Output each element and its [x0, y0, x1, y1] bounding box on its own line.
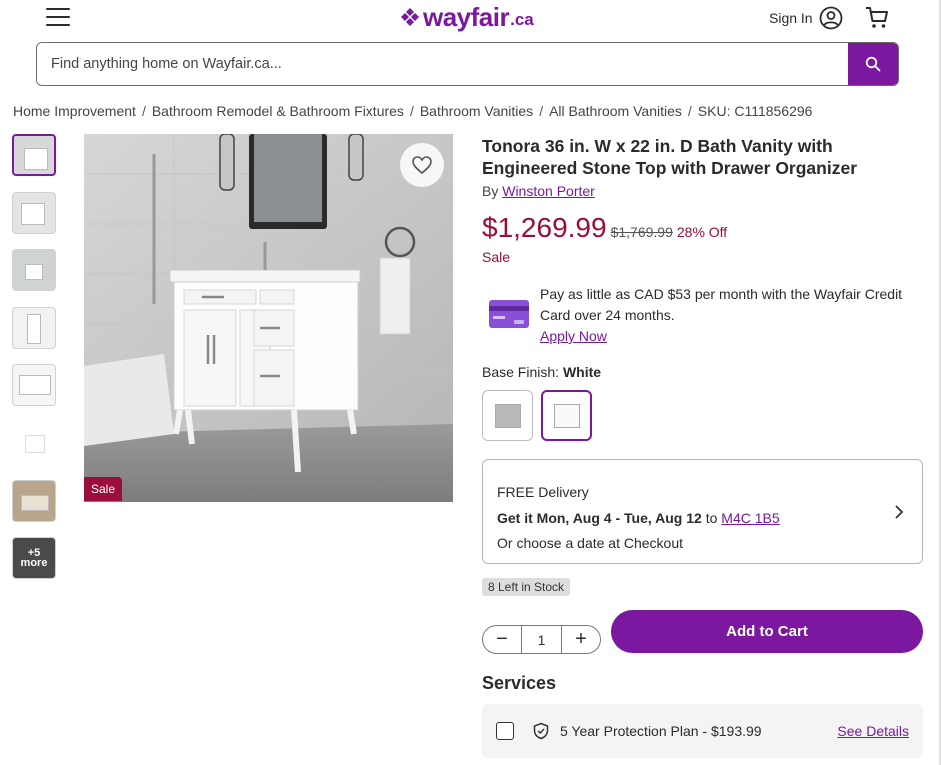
breadcrumb-separator: / [141, 103, 146, 119]
breadcrumb-home-improvement[interactable]: Home Improvement [13, 103, 136, 119]
add-to-cart-button[interactable]: Add to Cart [611, 610, 923, 653]
original-price: $1,769.99 [610, 224, 673, 240]
thumbnail-3[interactable] [12, 249, 56, 292]
white-vanity-swatch-image [553, 403, 580, 428]
quantity-value[interactable]: 1 [521, 626, 562, 653]
breadcrumb-separator: / [409, 103, 414, 119]
thumbnail-list: +5 more [12, 134, 56, 595]
thumbnail-6[interactable] [12, 421, 56, 464]
delivery-checkout-note: Or choose a date at Checkout [497, 535, 683, 551]
product-title: Tonora 36 in. W x 22 in. D Bath Vanity w… [482, 136, 858, 178]
thumbnail-2[interactable] [12, 191, 56, 234]
quantity-stepper: − 1 + [482, 625, 601, 654]
thumbnail-more[interactable]: +5 more [12, 537, 56, 580]
protection-plan-label: 5 Year Protection Plan - $193.99 [560, 723, 762, 739]
delivery-free: FREE Delivery [497, 484, 589, 500]
breadcrumb: Home Improvement / Bathroom Remodel & Ba… [13, 103, 812, 119]
shield-check-icon [533, 722, 549, 740]
credit-offer-text: Pay as little as CAD $53 per month with … [540, 286, 903, 323]
search-button[interactable] [848, 43, 898, 85]
finish-label: Base Finish: White [482, 364, 601, 380]
chevron-right-icon [895, 505, 904, 519]
favorite-button[interactable] [400, 143, 444, 187]
search-bar [36, 42, 899, 86]
sale-label: Sale [482, 249, 511, 265]
finish-selected: White [562, 364, 602, 380]
product-image[interactable] [84, 134, 453, 502]
brand-link[interactable]: Winston Porter [502, 183, 595, 199]
breadcrumb-separator: / [539, 103, 544, 119]
sale-price: $1,269.99 [482, 212, 607, 243]
price-row: $1,269.99 $1,769.99 28% Off [482, 212, 727, 244]
protection-plan-row: 5 Year Protection Plan - $193.99 See Det… [482, 704, 923, 758]
search-icon [865, 56, 881, 72]
sale-badge: Sale [84, 477, 123, 501]
breadcrumb-all-vanities[interactable]: All Bathroom Vanities [549, 103, 682, 119]
search-input[interactable] [37, 43, 848, 85]
more-images-label: +5 more [20, 547, 48, 570]
credit-text-block: Pay as little as CAD $53 per month with … [540, 284, 928, 347]
increase-quantity-button[interactable]: + [562, 626, 600, 653]
thumbnail-7[interactable] [12, 479, 56, 522]
see-details-link[interactable]: See Details [837, 723, 909, 739]
thumbnail-5[interactable] [12, 364, 56, 407]
delivery-to: to [705, 509, 718, 526]
finish-swatch-white[interactable] [541, 390, 592, 441]
logo-text: wayfair [423, 1, 510, 32]
postal-code-link[interactable]: M4C 1B5 [721, 510, 779, 526]
by-prefix: By [482, 183, 499, 199]
breadcrumb-bathroom-vanities[interactable]: Bathroom Vanities [420, 103, 533, 119]
discount-label: 28% Off [676, 224, 728, 240]
logo-pinwheel-icon [401, 8, 419, 26]
finish-swatch-gray[interactable] [482, 390, 533, 441]
wayfair-logo[interactable]: wayfair .ca [400, 2, 534, 32]
cart-icon[interactable] [864, 4, 890, 30]
finish-label-text: Base Finish: [482, 364, 560, 380]
breadcrumb-bathroom-remodel[interactable]: Bathroom Remodel & Bathroom Fixtures [152, 103, 404, 119]
gray-vanity-swatch-image [494, 403, 521, 428]
apply-now-link[interactable]: Apply Now [540, 328, 607, 344]
thumbnail-4[interactable] [12, 306, 56, 349]
product-brand: By Winston Porter [482, 183, 595, 199]
breadcrumb-separator: / [687, 103, 692, 119]
sign-in-label: Sign In [769, 10, 813, 26]
sign-in-button[interactable]: Sign In [769, 6, 843, 30]
delivery-dates: Get it Mon, Aug 4 - Tue, Aug 12 [497, 509, 702, 526]
credit-card-icon [489, 300, 529, 328]
menu-icon[interactable] [46, 7, 70, 27]
stock-badge: 8 Left in Stock [482, 578, 571, 596]
thumbnail-1[interactable] [12, 134, 56, 176]
decrease-quantity-button[interactable]: − [483, 626, 521, 653]
logo-tld: .ca [510, 10, 534, 29]
delivery-estimate: Get it Mon, Aug 4 - Tue, Aug 12 to M4C 1… [497, 506, 908, 532]
delivery-box[interactable]: FREE Delivery Get it Mon, Aug 4 - Tue, A… [482, 459, 923, 564]
protection-plan-checkbox[interactable] [496, 722, 514, 740]
breadcrumb-sku: SKU: C111856296 [697, 103, 813, 119]
heart-icon [412, 156, 432, 175]
account-icon [819, 6, 842, 30]
credit-offer: Pay as little as CAD $53 per month with … [488, 284, 928, 347]
services-heading: Services [482, 673, 557, 693]
